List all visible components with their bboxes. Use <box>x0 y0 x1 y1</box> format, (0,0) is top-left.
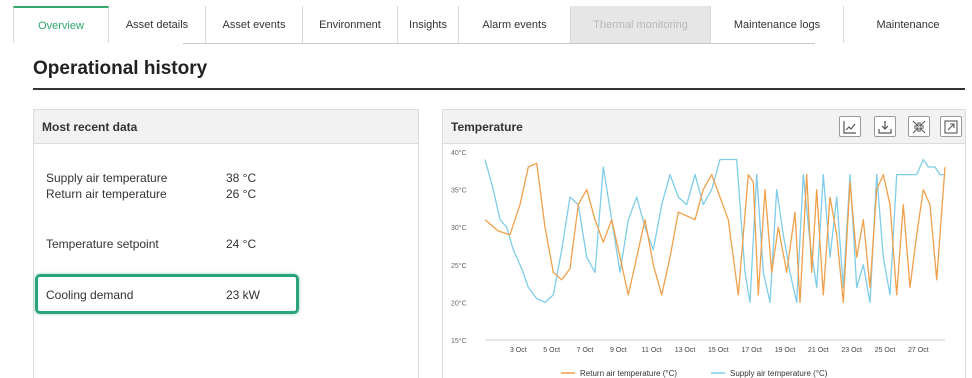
row-value: 38 °C <box>226 171 257 185</box>
collapse-button[interactable] <box>908 116 930 137</box>
tab-label: Asset events <box>222 18 286 31</box>
legend-label: Supply air temperature (°C) <box>730 369 828 378</box>
row-label: Supply air temperature <box>46 171 168 185</box>
tab-asset-details[interactable]: Asset details <box>109 6 206 43</box>
x-tick-label: 13 Oct <box>675 347 696 354</box>
tab-maintenance[interactable]: Maintenance <box>844 6 972 43</box>
tab-environment[interactable]: Environment <box>303 6 398 43</box>
row-label: Return air temperature <box>46 187 167 201</box>
title-divider <box>33 88 965 90</box>
y-tick-label: 40°C <box>451 149 467 157</box>
legend-label: Return air temperature (°C) <box>580 369 677 378</box>
x-tick-label: 7 Oct <box>577 347 594 354</box>
collapse-arrows-icon <box>912 120 926 133</box>
x-tick-label: 25 Oct <box>875 347 896 354</box>
page-title: Operational history <box>33 58 208 79</box>
x-tick-label: 27 Oct <box>908 347 929 354</box>
x-tick-label: 23 Oct <box>841 347 862 354</box>
download-icon <box>878 120 892 134</box>
row-value: 24 °C <box>226 237 257 251</box>
row-label: Cooling demand <box>46 288 134 302</box>
x-tick-label: 15 Oct <box>708 347 729 354</box>
expand-icon <box>944 119 958 134</box>
x-tick-label: 3 Oct <box>510 347 527 354</box>
tab-asset-events[interactable]: Asset events <box>206 6 303 43</box>
y-tick-label: 35°C <box>451 187 467 195</box>
supply-air-series-line <box>484 158 945 304</box>
panel-title: Most recent data <box>42 119 138 134</box>
y-tick-label: 30°C <box>451 224 467 232</box>
y-tick-label: 15°C <box>451 337 467 345</box>
expand-button[interactable] <box>940 116 962 137</box>
x-tick-label: 11 Oct <box>642 347 662 354</box>
tab-insights[interactable]: Insights <box>398 6 459 43</box>
row-value: 26 °C <box>226 187 257 201</box>
x-tick-label: 9 Oct <box>610 347 627 354</box>
tab-divider <box>183 43 815 44</box>
line-chart-button[interactable] <box>839 116 861 137</box>
y-tick-label: 25°C <box>451 262 467 270</box>
x-tick-label: 21 Oct <box>808 347 829 354</box>
temperature-chart: 15°C 20°C 25°C 30°C 35°C 40°C 3 Oct 5 Oct 7 Oct 9… <box>451 149 946 378</box>
tab-alarm-events[interactable]: Alarm events <box>459 6 571 43</box>
tab-label: Asset details <box>125 18 189 31</box>
y-tick-label: 20°C <box>451 299 467 307</box>
tab-label: Insights <box>409 18 447 31</box>
tab-label: Overview <box>38 19 84 32</box>
line-chart-icon <box>843 120 856 134</box>
row-label: Temperature setpoint <box>46 237 159 251</box>
tab-label: Thermal monitoring <box>593 18 688 31</box>
x-tick-label: 17 Oct <box>741 347 762 354</box>
x-tick-label: 5 Oct <box>543 347 560 354</box>
tab-label: Maintenance logs <box>733 18 821 31</box>
tab-label: Maintenance <box>876 18 940 31</box>
download-button[interactable] <box>874 116 896 137</box>
tab-bar: Overview Asset details Asset events Envi… <box>13 6 972 43</box>
tab-thermal-monitoring[interactable]: Thermal monitoring <box>571 6 711 43</box>
tab-maintenance-logs[interactable]: Maintenance logs <box>711 6 844 43</box>
row-value: 23 kW <box>226 288 261 302</box>
tab-label: Environment <box>319 18 381 31</box>
panel-title: Temperature <box>451 119 523 134</box>
x-tick-label: 19 Oct <box>775 347 796 354</box>
panel-header: Most recent data <box>34 110 418 144</box>
tab-label: Alarm events <box>482 18 547 31</box>
tab-overview[interactable]: Overview <box>13 6 109 43</box>
